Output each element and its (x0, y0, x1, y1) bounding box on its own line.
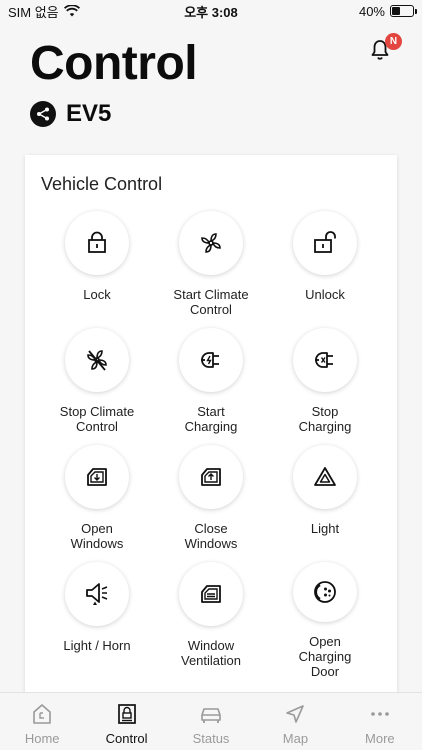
stop-charging-button-circle[interactable] (293, 328, 357, 392)
close-windows-button-circle[interactable] (179, 445, 243, 509)
light-horn-button-circle[interactable] (65, 562, 129, 626)
tab-map[interactable]: Map (253, 693, 337, 750)
share-icon[interactable] (30, 101, 56, 127)
window-ventilation-button[interactable]: Window Ventilation (154, 562, 268, 679)
stop-charging-label: Stop Charging (298, 404, 352, 434)
tab-map-label: Map (282, 731, 309, 746)
tab-control[interactable]: Control (84, 693, 168, 750)
unlock-button-circle[interactable] (293, 211, 357, 275)
vehicle-name: EV5 (66, 100, 112, 127)
notification-badge: N (385, 33, 402, 50)
light-horn-button[interactable]: Light / Horn (40, 562, 154, 679)
control-grid: Lock Start Climate Control Unlock Stop C… (40, 211, 382, 679)
light-horn-label: Light / Horn (63, 638, 131, 653)
open-windows-label: Open Windows (70, 521, 124, 551)
close-windows-label: Close Windows (184, 521, 238, 551)
open-windows-button[interactable]: Open Windows (40, 445, 154, 562)
more-icon (371, 712, 389, 716)
vehicle-control-card: Vehicle Control Lock Start Climate Contr… (25, 155, 397, 715)
vehicle-selector[interactable]: EV5 (30, 100, 111, 128)
start-climate-button-circle[interactable] (179, 211, 243, 275)
lock-button[interactable]: Lock (40, 211, 154, 328)
open-windows-button-circle[interactable] (65, 445, 129, 509)
control-icon (117, 704, 136, 724)
bottom-tab-bar: Home Control Status Map More (0, 692, 422, 750)
light-button[interactable]: Light (268, 445, 382, 562)
battery-percent: 40% (358, 3, 385, 19)
tab-more-label: More (365, 731, 395, 746)
tab-status-label: Status (192, 731, 230, 746)
window-vent-icon (201, 585, 221, 603)
stop-climate-button[interactable]: Stop Climate Control (40, 328, 154, 445)
start-climate-label: Start Climate Control (173, 287, 249, 317)
light-button-circle[interactable] (293, 445, 357, 509)
tab-control-label: Control (105, 731, 148, 746)
tab-status[interactable]: Status (169, 693, 253, 750)
fan-icon (201, 233, 221, 253)
open-charging-door-button[interactable]: Open Charging Door (268, 562, 382, 679)
fan-off-icon (87, 350, 107, 371)
unlock-icon (314, 231, 336, 253)
stop-climate-label: Stop Climate Control (59, 404, 135, 434)
card-title: Vehicle Control (41, 174, 163, 194)
start-climate-button[interactable]: Start Climate Control (154, 211, 268, 328)
carrier-text: SIM 없음 (8, 4, 59, 20)
tab-more[interactable]: More (338, 693, 422, 750)
open-charging-door-label: Open Charging Door (298, 634, 352, 679)
horn-icon (86, 583, 108, 605)
lock-button-circle[interactable] (65, 211, 129, 275)
start-charging-label: Start Charging (184, 404, 238, 434)
battery-level (392, 7, 400, 15)
close-windows-button[interactable]: Close Windows (154, 445, 268, 562)
lock-label: Lock (83, 287, 111, 302)
car-icon (201, 708, 221, 723)
light-triangle-icon (314, 467, 336, 486)
unlock-button[interactable]: Unlock (268, 211, 382, 328)
lock-icon (88, 231, 106, 253)
status-bar: SIM 없음 오후 3:08 40% (0, 0, 422, 22)
plug-stop-icon (315, 352, 333, 368)
stop-climate-button-circle[interactable] (65, 328, 129, 392)
wifi-icon (63, 5, 80, 17)
light-label: Light (310, 521, 340, 536)
window-ventilation-label: Window Ventilation (181, 638, 241, 668)
charging-door-icon (314, 581, 336, 603)
window-open-icon (87, 468, 107, 486)
page-title: Control (30, 37, 198, 90)
start-charging-button-circle[interactable] (179, 328, 243, 392)
window-ventilation-button-circle[interactable] (179, 562, 243, 626)
navigation-icon (286, 705, 305, 723)
status-right: 40% (358, 3, 417, 19)
unlock-label: Unlock (305, 287, 345, 302)
home-icon (33, 704, 52, 724)
start-charging-button[interactable]: Start Charging (154, 328, 268, 445)
status-left: SIM 없음 (8, 2, 80, 21)
plug-charge-icon (201, 352, 219, 368)
battery-icon (390, 5, 417, 17)
tab-home-label: Home (24, 731, 60, 746)
stop-charging-button[interactable]: Stop Charging (268, 328, 382, 445)
tab-home[interactable]: Home (0, 693, 84, 750)
open-charging-door-button-circle[interactable] (293, 562, 357, 622)
window-close-icon (201, 468, 221, 486)
